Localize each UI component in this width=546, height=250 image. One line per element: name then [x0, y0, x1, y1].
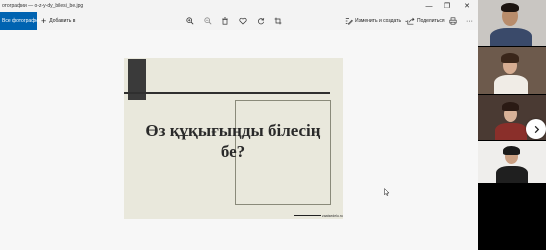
rotate-icon[interactable] — [256, 16, 266, 26]
crop-icon[interactable] — [273, 16, 283, 26]
chevron-right-icon — [534, 125, 539, 133]
edit-create-button[interactable]: Изменить и создать ⌄ — [355, 12, 408, 30]
participant-hair — [501, 3, 519, 12]
participant-tile[interactable] — [478, 0, 546, 46]
participant-body — [495, 123, 527, 140]
window-title: отографии — о-z-у-dy_bilesi_be.jpg — [2, 3, 84, 9]
slide-footer-bar — [294, 214, 321, 217]
plus-icon: + — [41, 15, 47, 26]
add-to-label: Добавить в — [49, 18, 76, 24]
participant-hair — [502, 102, 519, 111]
participant-body — [496, 166, 528, 183]
participant-body — [494, 75, 528, 94]
slide-footer: zaatsedelu.ru — [294, 213, 343, 218]
share-label: Поделиться — [417, 18, 445, 24]
slide-footer-text: zaatsedelu.ru — [321, 213, 343, 218]
close-button[interactable]: ✕ — [460, 1, 474, 11]
slide-heading: Өз құқығыңды білесің бе? — [138, 120, 328, 162]
slide-heading-line2: бе? — [220, 142, 246, 161]
share-button[interactable]: Поделиться — [417, 12, 445, 30]
print-icon[interactable] — [448, 16, 458, 26]
mouse-cursor-icon — [384, 188, 390, 196]
participant-tile[interactable] — [478, 47, 546, 94]
edit-create-label: Изменить и создать — [355, 18, 402, 24]
all-photos-label: Все фотографии — [2, 18, 41, 24]
delete-icon[interactable] — [220, 16, 230, 26]
zoom-in-icon[interactable] — [185, 16, 195, 26]
edit-create-icon — [344, 16, 354, 26]
title-bar: отографии — о-z-у-dy_bilesi_be.jpg — ❐ ✕ — [0, 0, 478, 12]
participant-body — [490, 28, 532, 46]
participant-tile[interactable] — [478, 141, 546, 183]
add-to-button[interactable]: + Добавить в — [41, 12, 75, 30]
more-options-button[interactable]: ··· — [466, 12, 473, 30]
toolbar: Все фотографии + Добавить в Изменить и с… — [0, 12, 478, 30]
participant-hair — [503, 146, 520, 155]
slide-image: Өз құқығыңды білесің бе? zaatsedelu.ru — [124, 58, 343, 219]
photo-viewer-window: отографии — о-z-у-dy_bilesi_be.jpg — ❐ ✕… — [0, 0, 478, 250]
maximize-button[interactable]: ❐ — [440, 1, 454, 11]
next-participants-button[interactable] — [526, 119, 546, 139]
all-photos-button[interactable]: Все фотографии — [0, 12, 41, 30]
share-icon — [406, 16, 416, 26]
favorite-icon[interactable] — [238, 16, 248, 26]
slide-heading-line1: Өз құқығыңды білесің — [145, 121, 321, 140]
participant-hair — [501, 53, 519, 63]
zoom-out-icon[interactable] — [203, 16, 213, 26]
slide-decor-line — [124, 92, 330, 94]
minimize-button[interactable]: — — [422, 1, 436, 11]
